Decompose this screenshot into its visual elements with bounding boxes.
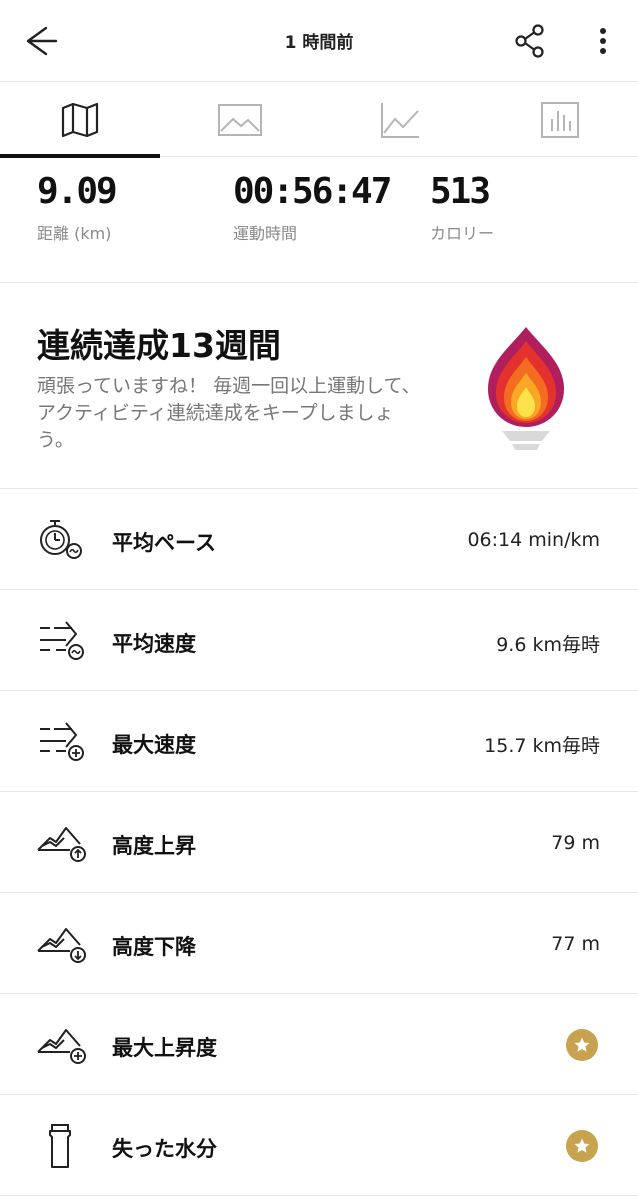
tab-graph[interactable] xyxy=(320,82,480,157)
metric-value: 79 m xyxy=(551,832,600,854)
activity-summary: 9.09 距離 (km) 00:56:47 運動時間 513 カロリー xyxy=(0,157,638,283)
metric-label: 失った水分 xyxy=(112,1137,217,1161)
streak-card: 連続達成13週間 頑張っていますね！ 毎週一回以上運動して、アクティビティ連続達… xyxy=(0,283,638,489)
distance-label: 距離 (km) xyxy=(37,224,112,243)
bar-chart-icon xyxy=(541,101,579,138)
metric-value: 9.6 km毎時 xyxy=(496,634,600,656)
metric-value: 77 m xyxy=(551,933,600,955)
duration-stat: 00:56:47 運動時間 xyxy=(233,171,392,244)
top-app-bar: 1 時間前 xyxy=(0,0,638,82)
elevation-max-icon xyxy=(37,1029,86,1064)
view-tabs xyxy=(0,82,638,158)
metric-label: 高度下降 xyxy=(112,935,196,959)
elevation-gain-icon xyxy=(37,827,86,862)
calories-stat: 513 カロリー xyxy=(430,171,494,244)
list-item[interactable]: 平均速度 9.6 km毎時 xyxy=(0,590,638,691)
list-item[interactable]: 最大上昇度 xyxy=(0,994,638,1095)
tab-photos[interactable] xyxy=(160,82,320,157)
stopwatch-icon xyxy=(40,520,82,559)
list-item[interactable]: 高度下降 77 m xyxy=(0,893,638,994)
list-item[interactable]: 失った水分 xyxy=(0,1095,638,1196)
share-icon[interactable] xyxy=(512,22,548,60)
image-icon xyxy=(218,103,262,136)
duration-value: 00:56:47 xyxy=(233,171,392,212)
metric-value: 15.7 km毎時 xyxy=(484,735,600,757)
map-icon xyxy=(61,102,99,137)
distance-value: 9.09 xyxy=(37,171,118,212)
tab-stats[interactable] xyxy=(480,82,638,157)
metric-label: 平均速度 xyxy=(112,632,196,656)
list-item[interactable]: 高度上昇 79 m xyxy=(0,792,638,893)
duration-label: 運動時間 xyxy=(233,224,298,243)
metric-label: 最大速度 xyxy=(112,733,196,757)
metric-value: 06:14 min/km xyxy=(467,529,600,551)
streak-description: 頑張っていますね！ 毎週一回以上運動して、アクティビティ連続達成をキープしましょ… xyxy=(37,375,421,451)
list-item[interactable]: 最大速度 15.7 km毎時 xyxy=(0,691,638,792)
line-chart-icon xyxy=(381,102,419,138)
elevation-loss-icon xyxy=(37,928,86,963)
distance-stat: 9.09 距離 (km) xyxy=(37,171,118,244)
metrics-list: 平均ペース 06:14 min/km 平均速度 9.6 km毎時 最大速度 15… xyxy=(0,489,638,1196)
calories-value: 513 xyxy=(430,171,491,212)
list-item[interactable]: 平均ペース 06:14 min/km xyxy=(0,489,638,590)
speed-max-icon xyxy=(40,722,84,761)
water-bottle-icon xyxy=(49,1124,71,1168)
metric-label: 平均ペース xyxy=(112,531,216,555)
premium-star-icon[interactable] xyxy=(566,1130,598,1162)
streak-title: 連続達成13週間 xyxy=(37,326,281,365)
calories-label: カロリー xyxy=(430,224,495,243)
tab-map[interactable] xyxy=(0,82,160,158)
metric-label: 最大上昇度 xyxy=(112,1036,217,1060)
premium-star-icon[interactable] xyxy=(566,1029,598,1061)
torch-flame-icon xyxy=(488,327,564,450)
more-vertical-icon[interactable] xyxy=(590,22,616,60)
speed-average-icon xyxy=(40,621,84,660)
metric-label: 高度上昇 xyxy=(112,834,196,858)
